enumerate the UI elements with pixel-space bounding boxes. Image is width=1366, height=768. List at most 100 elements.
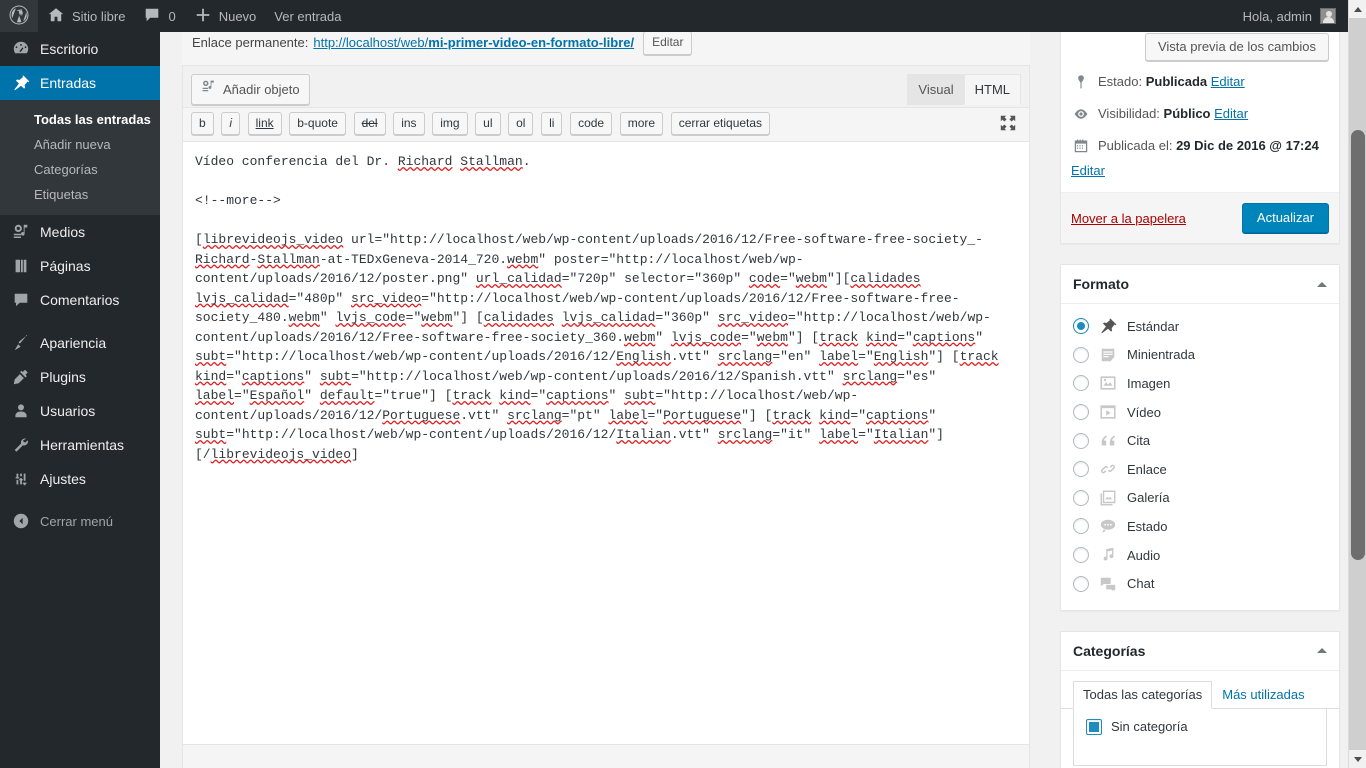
tab-html[interactable]: HTML (963, 74, 1021, 105)
visibility-label: Visibilidad: (1098, 106, 1160, 121)
submenu-item-categorias[interactable]: Categorías (0, 157, 160, 182)
format-label-audio: Audio (1127, 547, 1161, 563)
collapse-arrow-icon (11, 511, 31, 531)
sidebar-item-entradas[interactable]: Entradas (0, 66, 168, 100)
format-option-enlace[interactable]: Enlace (1073, 455, 1327, 484)
format-option-video[interactable]: Vídeo (1073, 398, 1327, 427)
quicktag-ins[interactable]: ins (393, 112, 425, 135)
my-account-menu[interactable]: Hola, admin (1234, 0, 1348, 32)
preview-changes-button[interactable]: Vista previa de los cambios (1144, 33, 1329, 61)
quicktag-code[interactable]: code (570, 112, 613, 135)
html-content-textarea[interactable]: Vídeo conferencia del Dr. Richard Stallm… (183, 142, 1029, 744)
media-icon (11, 222, 31, 242)
format-option-galeria[interactable]: Galería (1073, 484, 1327, 513)
sidebar-item-usuarios[interactable]: Usuarios (0, 394, 160, 428)
sidebar-item-apariencia[interactable]: Apariencia (0, 326, 160, 360)
quicktag-i[interactable]: i (221, 112, 240, 135)
categories-box-title: Categorías (1073, 642, 1146, 659)
sidebar-item-escritorio[interactable]: Escritorio (0, 32, 160, 66)
new-content-menu[interactable]: Nuevo (185, 0, 266, 32)
chevron-up-icon[interactable] (1317, 648, 1327, 654)
format-radio-audio[interactable] (1073, 547, 1089, 564)
quicktag-more[interactable]: more (619, 112, 664, 135)
scroll-up-arrow-icon[interactable] (1349, 0, 1366, 18)
chevron-up-icon[interactable] (1317, 281, 1327, 287)
comments-menu[interactable]: 0 (134, 0, 184, 32)
format-radio-estado[interactable] (1073, 518, 1089, 535)
category-checkbox-sin-categoria[interactable] (1086, 718, 1102, 735)
submenu-item-todas-las-entradas[interactable]: Todas las entradas (0, 107, 160, 132)
sidebar-label-herramientas: Herramientas (40, 437, 125, 453)
format-option-estado[interactable]: Estado (1073, 512, 1327, 541)
site-name-menu[interactable]: Sitio libre (38, 0, 134, 32)
quicktag-b-quote[interactable]: b-quote (289, 112, 346, 135)
tab-mas-utilizadas[interactable]: Más utilizadas (1212, 681, 1314, 709)
submenu-item-etiquetas[interactable]: Etiquetas (0, 182, 160, 207)
format-radio-galeria[interactable] (1073, 489, 1089, 506)
format-radio-video[interactable] (1073, 404, 1089, 421)
sidebar-item-herramientas[interactable]: Herramientas (0, 428, 160, 462)
eye-icon (1071, 105, 1091, 122)
status-edit-link[interactable]: Editar (1211, 74, 1245, 89)
add-media-button[interactable]: Añadir objeto (191, 74, 310, 105)
quicktag-del[interactable]: del (353, 112, 386, 135)
quicktag-img[interactable]: img (432, 112, 468, 135)
submenu-item-anadir-nueva[interactable]: Añadir nueva (0, 132, 160, 157)
format-radio-minientrada[interactable] (1073, 346, 1089, 363)
format-box-header[interactable]: Formato (1061, 265, 1339, 304)
wp-logo-menu[interactable] (0, 0, 38, 32)
format-option-minientrada[interactable]: Minientrada (1073, 341, 1327, 370)
format-radio-estandar[interactable] (1073, 318, 1089, 335)
format-radio-enlace[interactable] (1073, 461, 1089, 478)
quicktag-li[interactable]: li (541, 112, 563, 135)
quicktag-link[interactable]: link (247, 112, 282, 135)
quicktag-ol[interactable]: ol (508, 112, 534, 135)
scrollbar-thumb[interactable] (1351, 130, 1365, 560)
add-media-icon (201, 79, 217, 100)
move-to-trash-link[interactable]: Mover a la papelera (1071, 211, 1186, 226)
status-text: Estado: Publicada Editar (1098, 73, 1329, 91)
calendar-icon (1071, 137, 1091, 154)
format-option-imagen[interactable]: Imagen (1073, 369, 1327, 398)
sidebar-item-paginas[interactable]: Páginas (0, 249, 160, 283)
fullscreen-expand-icon[interactable] (999, 114, 1019, 134)
published-date-edit-link[interactable]: Editar (1071, 162, 1105, 180)
format-label-cita: Cita (1127, 433, 1151, 449)
sidebar-label-ajustes: Ajustes (40, 471, 86, 487)
page-scrollbar[interactable] (1348, 0, 1366, 768)
category-item-sin-categoria[interactable]: Sin categoría (1086, 718, 1314, 735)
permalink-link[interactable]: http://localhost/web/mi-primer-video-en-… (313, 35, 634, 50)
format-option-chat[interactable]: Chat (1073, 569, 1327, 598)
format-radio-chat[interactable] (1073, 575, 1089, 592)
sidebar-item-medios[interactable]: Medios (0, 215, 160, 249)
update-button[interactable]: Actualizar (1241, 203, 1329, 233)
sidebar-item-ajustes[interactable]: Ajustes (0, 462, 160, 496)
submenu-label-etiquetas: Etiquetas (34, 187, 89, 202)
scrollbar-track[interactable] (1349, 18, 1366, 750)
sidebar-item-plugins[interactable]: Plugins (0, 360, 160, 394)
pages-icon (11, 256, 31, 276)
visibility-edit-link[interactable]: Editar (1214, 106, 1248, 121)
categories-box: Categorías Todas las categorías Más util… (1060, 630, 1340, 768)
tab-todas-las-categorias[interactable]: Todas las categorías (1073, 680, 1213, 709)
menu-separator-1 (0, 317, 160, 326)
quicktag-ul[interactable]: ul (475, 112, 501, 135)
sidebar-label-usuarios: Usuarios (40, 403, 96, 419)
view-post-link[interactable]: Ver entrada (265, 0, 350, 32)
categories-box-header[interactable]: Categorías (1061, 632, 1339, 671)
format-option-audio[interactable]: Audio (1073, 541, 1327, 570)
format-box-title: Formato (1073, 276, 1129, 292)
scroll-down-arrow-icon[interactable] (1349, 750, 1366, 768)
format-radio-imagen[interactable] (1073, 375, 1089, 392)
quicktag-cerrar-etiquetas[interactable]: cerrar etiquetas (670, 112, 771, 135)
edit-permalink-button[interactable]: Editar (643, 32, 693, 55)
chat-icon (1098, 574, 1118, 594)
collapse-menu-button[interactable]: Cerrar menú (0, 504, 160, 538)
format-radio-cita[interactable] (1073, 432, 1089, 449)
tab-visual[interactable]: Visual (907, 74, 965, 105)
format-option-cita[interactable]: Cita (1073, 426, 1327, 455)
pin-icon (11, 73, 31, 93)
quicktag-b[interactable]: b (191, 112, 214, 135)
sidebar-item-comentarios[interactable]: Comentarios (0, 283, 160, 317)
format-option-estandar[interactable]: Estándar (1073, 312, 1327, 341)
